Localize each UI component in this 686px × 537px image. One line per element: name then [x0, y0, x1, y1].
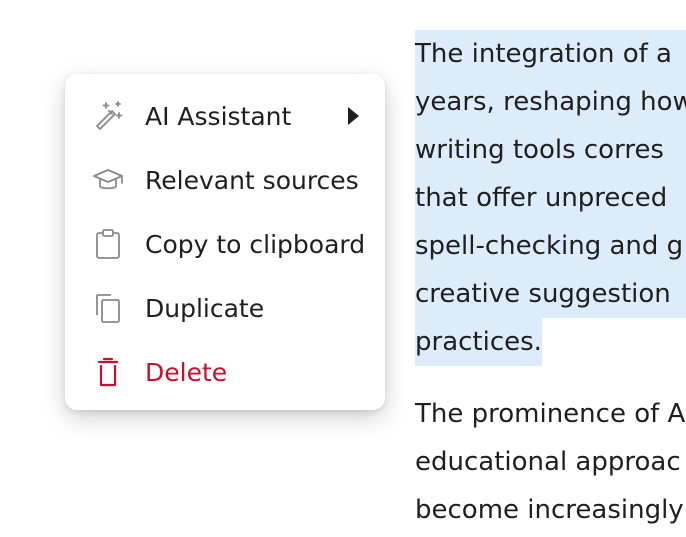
text-line: The prominence of A [415, 399, 686, 429]
highlighted-text: writing tools corres [415, 126, 686, 174]
text-line: years, reshaping how [415, 78, 686, 126]
magic-wand-icon [91, 99, 125, 133]
text-line: spell-checking and g [415, 222, 686, 270]
menu-item-label: Copy to clipboard [145, 229, 366, 259]
highlighted-text: that offer unpreced [415, 174, 686, 222]
graduation-cap-icon [91, 163, 125, 197]
text-line: writing tools corres [415, 126, 686, 174]
highlighted-text: years, reshaping how [415, 78, 686, 126]
highlighted-text: creative suggestion [415, 270, 686, 318]
menu-item-label: AI Assistant [145, 101, 292, 131]
menu-item-duplicate[interactable]: Duplicate [65, 276, 385, 340]
menu-item-label: Duplicate [145, 293, 265, 323]
menu-item-label: Relevant sources [145, 165, 359, 195]
highlighted-text: practices. [415, 318, 542, 366]
menu-item-ai-assistant[interactable]: AI Assistant [65, 84, 385, 148]
duplicate-icon [91, 291, 125, 325]
trash-icon [91, 355, 125, 389]
selected-paragraph[interactable]: The integration of a years, reshaping ho… [415, 30, 686, 366]
highlighted-text: The integration of a [415, 30, 686, 78]
text-line: The integration of a [415, 30, 686, 78]
context-menu: AI Assistant Relevant sources Copy to cl… [65, 74, 385, 410]
menu-item-label: Delete [145, 357, 228, 387]
text-line: become increasingly [415, 495, 684, 525]
submenu-arrow-icon [348, 107, 359, 125]
paragraph[interactable]: The prominence of A educational approac … [415, 390, 686, 534]
text-line: practices. [415, 318, 686, 366]
menu-item-relevant-sources[interactable]: Relevant sources [65, 148, 385, 212]
menu-item-delete[interactable]: Delete [65, 340, 385, 404]
document-body: The integration of a years, reshaping ho… [415, 30, 686, 534]
menu-item-copy-to-clipboard[interactable]: Copy to clipboard [65, 212, 385, 276]
text-line: that offer unpreced [415, 174, 686, 222]
clipboard-icon [91, 227, 125, 261]
highlighted-text: spell-checking and g [415, 222, 686, 270]
text-line: educational approac [415, 447, 681, 477]
text-line: creative suggestion [415, 270, 686, 318]
